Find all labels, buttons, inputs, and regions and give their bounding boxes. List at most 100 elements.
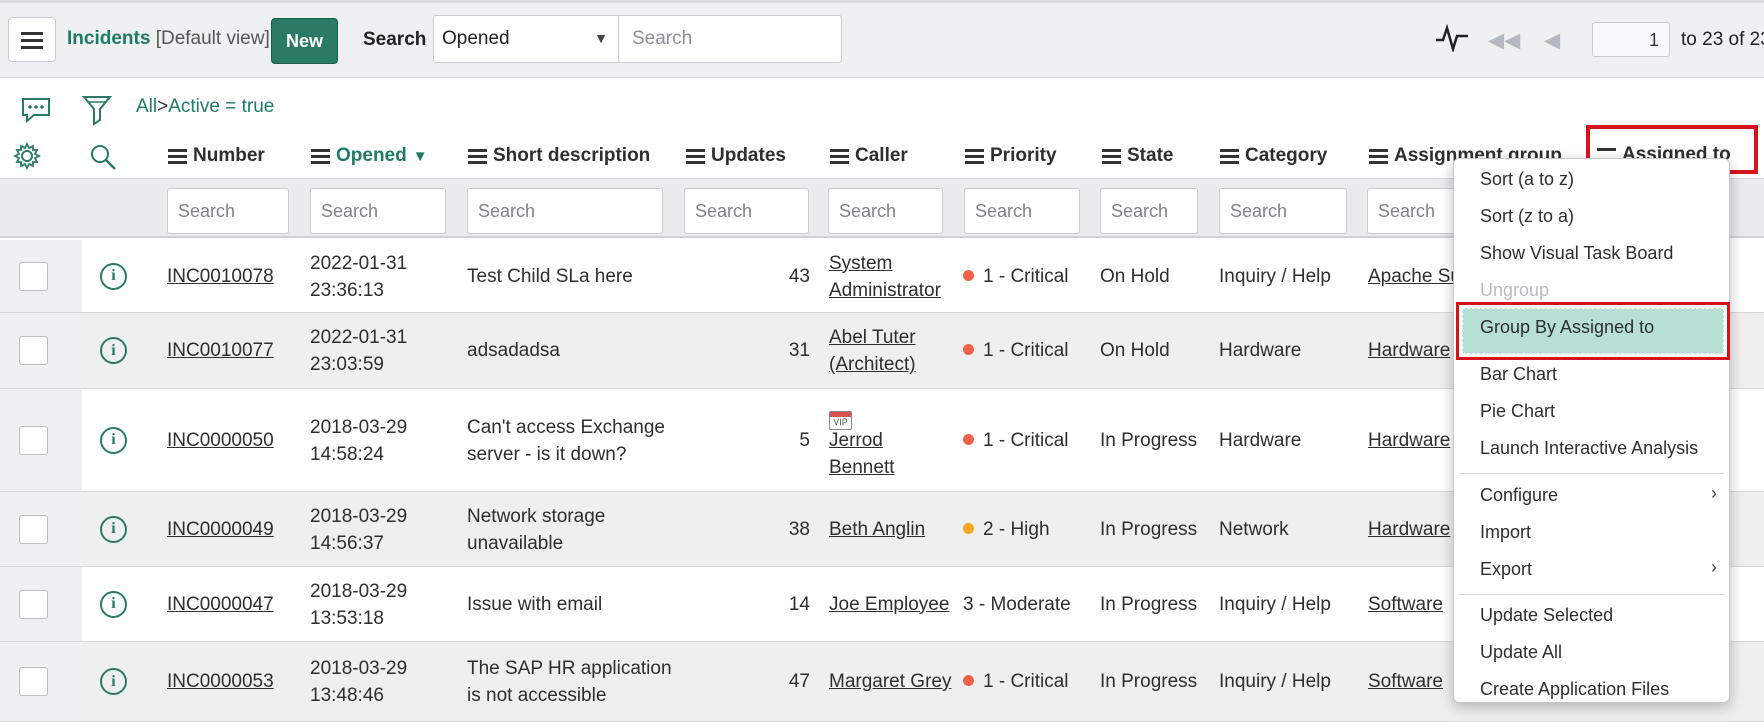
opened-date: 2018-03-29 (310, 658, 408, 679)
column-header-priority[interactable]: Priority (965, 144, 1057, 168)
assignment-group-link[interactable]: Hardware (1368, 427, 1450, 454)
search-field-select[interactable]: Opened ▼ (433, 15, 619, 63)
column-label: Opened (336, 145, 407, 166)
menu-item-configure[interactable]: Configure (1480, 485, 1558, 506)
activity-pulse-icon[interactable] (1435, 22, 1469, 58)
info-icon[interactable]: i (100, 590, 127, 618)
row-checkbox[interactable] (19, 261, 48, 291)
first-page-icon[interactable]: ◀◀ (1488, 28, 1520, 53)
priority-dot-icon (963, 269, 974, 281)
column-header-state[interactable]: State (1102, 144, 1173, 168)
assignment-group-link[interactable]: Hardware (1368, 516, 1450, 543)
opened-date: 2018-03-29 (310, 416, 408, 438)
menu-item-show-visual-task-board[interactable]: Show Visual Task Board (1480, 243, 1673, 264)
column-header-updates[interactable]: Updates (686, 144, 786, 168)
incident-number-link[interactable]: INC0000053 (167, 668, 274, 695)
column-header-opened[interactable]: Opened ▼ (311, 144, 428, 168)
column-menu-icon[interactable] (686, 148, 705, 164)
filter-opened-input[interactable]: Search (310, 188, 446, 234)
incident-number-link[interactable]: INC0000047 (167, 591, 274, 618)
column-menu-icon[interactable] (965, 148, 984, 164)
short-description: Network storage (467, 505, 606, 527)
assignment-group-link[interactable]: Apache Su (1368, 263, 1461, 290)
column-menu-icon[interactable] (830, 148, 849, 164)
info-icon[interactable]: i (100, 668, 127, 695)
menu-item-bar-chart[interactable]: Bar Chart (1480, 364, 1557, 385)
menu-item-sort-z-a[interactable]: Sort (z to a) (1480, 206, 1574, 227)
state-cell: On Hold (1100, 340, 1170, 361)
caller-link-line2[interactable]: (Architect) (829, 351, 916, 378)
caller-link-line2[interactable]: Administrator (829, 277, 941, 304)
menu-item-create-application-files[interactable]: Create Application Files (1480, 679, 1669, 700)
opened-date: 2022-01-31 (310, 252, 408, 274)
menu-button[interactable] (8, 17, 56, 62)
info-icon[interactable]: i (100, 426, 127, 454)
caller-link[interactable]: Beth Anglin (829, 516, 925, 543)
caller-link[interactable]: Joe Employee (829, 591, 949, 618)
filter-short-description-input[interactable]: Search (467, 188, 663, 234)
row-checkbox[interactable] (19, 514, 48, 544)
updates-count: 38 (788, 518, 810, 540)
menu-item-sort-a-z[interactable]: Sort (a to z) (1480, 169, 1574, 190)
chat-icon[interactable] (20, 96, 52, 130)
column-header-category[interactable]: Category (1220, 144, 1327, 168)
column-header-caller[interactable]: Caller (830, 144, 908, 168)
row-checkbox[interactable] (19, 425, 48, 455)
column-menu-icon[interactable] (468, 148, 487, 164)
caller-link[interactable]: Jerrod (829, 427, 883, 454)
column-menu-icon[interactable] (1102, 148, 1121, 164)
assignment-group-link[interactable]: Software (1368, 591, 1443, 618)
column-header-number[interactable]: Number (168, 144, 265, 168)
incident-number-link[interactable]: INC0010078 (167, 263, 274, 290)
incident-number-link[interactable]: INC0000049 (167, 516, 274, 543)
column-menu-icon[interactable] (311, 148, 330, 164)
menu-item-update-all[interactable]: Update All (1480, 642, 1562, 663)
menu-item-group-by-assigned-to[interactable]: Group By Assigned to (1480, 317, 1654, 338)
row-checkbox[interactable] (19, 589, 48, 619)
column-menu-icon[interactable] (1369, 148, 1388, 164)
menu-item-export[interactable]: Export (1480, 559, 1532, 580)
breadcrumb-all[interactable]: All (136, 96, 157, 117)
filter-number-input[interactable]: Search (167, 188, 289, 234)
page-number-input[interactable]: 1 (1592, 22, 1670, 57)
column-header-short-description[interactable]: Short description (468, 144, 650, 168)
caller-link[interactable]: System (829, 250, 892, 277)
filter-state-input[interactable]: Search (1100, 188, 1198, 234)
assignment-group-link[interactable]: Hardware (1368, 337, 1450, 364)
previous-page-icon[interactable]: ◀ (1544, 28, 1560, 53)
column-context-menu: Sort (a to z) Sort (z to a) Show Visual … (1453, 158, 1730, 703)
row-checkbox[interactable] (19, 336, 48, 365)
row-checkbox[interactable] (19, 667, 48, 696)
filter-icon[interactable] (81, 94, 113, 132)
list-search-input[interactable]: Search (618, 15, 842, 63)
filter-caller-input[interactable]: Search (828, 188, 943, 234)
updates-count: 47 (788, 671, 810, 692)
incident-number-link[interactable]: INC0000050 (167, 427, 274, 454)
menu-item-pie-chart[interactable]: Pie Chart (1480, 401, 1555, 422)
menu-item-launch-interactive-analysis[interactable]: Launch Interactive Analysis (1480, 438, 1698, 459)
filter-updates-input[interactable]: Search (684, 188, 809, 234)
column-menu-icon[interactable] (168, 148, 187, 164)
new-button[interactable]: New (271, 18, 338, 64)
info-icon[interactable]: i (100, 262, 127, 290)
menu-item-import[interactable]: Import (1480, 522, 1531, 543)
caller-link-line2[interactable]: Bennett (829, 454, 895, 481)
caller-link[interactable]: Abel Tuter (829, 324, 916, 351)
filter-priority-input[interactable]: Search (964, 188, 1080, 234)
info-icon[interactable]: i (100, 337, 127, 364)
filter-category-input[interactable]: Search (1219, 188, 1347, 234)
gear-icon[interactable] (12, 141, 42, 177)
menu-item-update-selected[interactable]: Update Selected (1480, 605, 1613, 626)
caller-link[interactable]: Margaret Grey (829, 668, 951, 695)
breadcrumb-filter[interactable]: Active = true (168, 96, 274, 117)
search-icon[interactable] (88, 142, 118, 178)
opened-time: 23:36:13 (310, 279, 384, 301)
info-icon[interactable]: i (100, 515, 127, 543)
column-menu-icon[interactable] (1220, 148, 1239, 164)
chevron-right-icon: › (1711, 557, 1717, 577)
assignment-group-link[interactable]: Software (1368, 668, 1443, 695)
priority-cell: 1 - Critical (963, 427, 1069, 454)
dropdown-caret-icon: ▼ (594, 30, 608, 46)
incident-number-link[interactable]: INC0010077 (167, 337, 274, 364)
list-title[interactable]: Incidents [Default view] (67, 28, 270, 50)
